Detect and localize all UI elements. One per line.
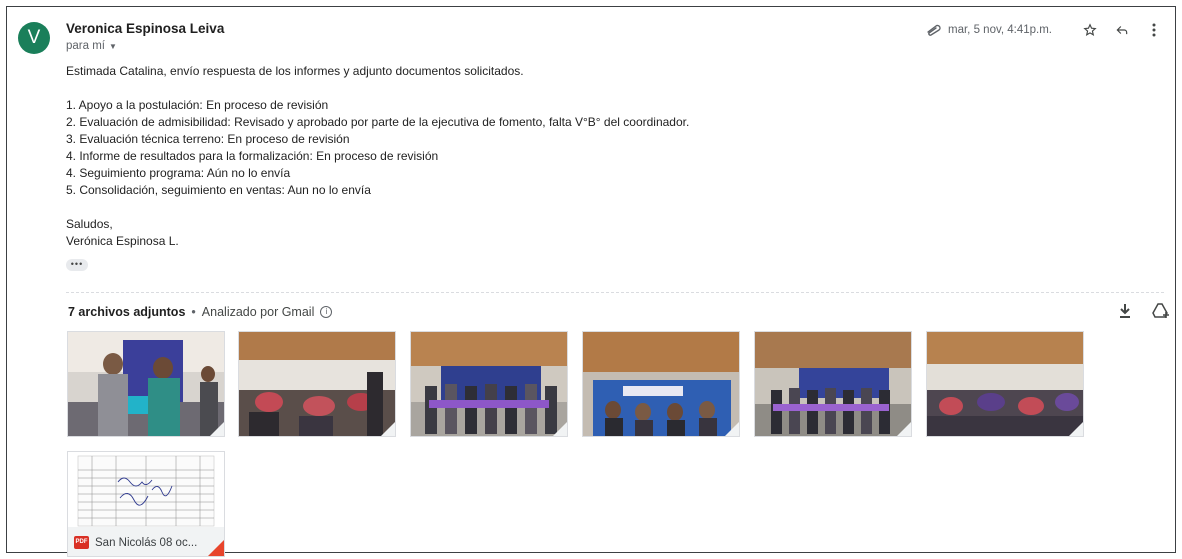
scan-label: Analizado por Gmail (201, 305, 315, 319)
photo-thumbnail (927, 332, 1083, 436)
pdf-icon: PDF (74, 536, 89, 549)
photo-attachment[interactable] (754, 331, 912, 437)
photo-thumbnail (68, 332, 224, 436)
attachments-count: 7 archivos adjuntos (68, 305, 186, 319)
photo-attachment[interactable] (582, 331, 740, 437)
pdf-corner-fold (208, 540, 224, 556)
sender-name[interactable]: Veronica Espinosa Leiva (66, 21, 224, 36)
show-trimmed-content-button[interactable]: ••• (66, 259, 88, 271)
greeting-line: Estimada Catalina, envío respuesta de lo… (66, 64, 524, 78)
photo-attachment[interactable] (926, 331, 1084, 437)
more-options-button[interactable] (1142, 20, 1166, 40)
status-line: 3. Evaluación técnica terreno: En proces… (66, 132, 350, 146)
attachments-actions (1114, 300, 1172, 322)
add-to-drive-icon (1152, 303, 1169, 318)
photo-thumbnail (411, 332, 567, 436)
signature-line: Verónica Espinosa L. (66, 234, 179, 248)
photo-attachment[interactable] (410, 331, 568, 437)
status-line: 1. Apoyo a la postulación: En proceso de… (66, 98, 329, 112)
recipient-toggle[interactable]: para mí ▼ (66, 40, 117, 52)
pdf-preview (68, 452, 224, 527)
more-vert-icon (1152, 23, 1156, 37)
download-all-button[interactable] (1114, 300, 1136, 322)
recipient-label: para mí (66, 40, 105, 52)
chevron-down-icon: ▼ (109, 41, 117, 51)
photo-attachment[interactable] (67, 331, 225, 437)
photo-thumbnail (755, 332, 911, 436)
attachments-header: 7 archivos adjuntos • Analizado por Gmai… (68, 305, 333, 319)
closing-line: Saludos, (66, 217, 113, 231)
download-icon (1120, 304, 1130, 318)
pdf-filename: San Nicolás 08 oc... (95, 536, 198, 549)
status-line: 2. Evaluación de admisibilidad: Revisado… (66, 115, 690, 129)
status-line: 5. Consolidación, seguimiento en ventas:… (66, 183, 371, 197)
pdf-attachment[interactable]: PDF San Nicolás 08 oc... (67, 451, 225, 557)
status-line: 4. Seguimiento programa: Aún no lo envía (66, 166, 291, 180)
info-icon[interactable]: i (320, 306, 333, 318)
message-date: mar, 5 nov, 4:41p.m. (948, 24, 1052, 36)
reply-icon (1116, 26, 1128, 35)
photo-thumbnail (239, 332, 395, 436)
star-icon (1083, 23, 1097, 36)
pdf-label: PDF San Nicolás 08 oc... (74, 536, 197, 549)
photo-thumbnail (583, 332, 739, 436)
star-button[interactable] (1078, 20, 1102, 40)
document-preview-icon (77, 455, 215, 527)
paperclip-icon (927, 24, 941, 36)
message-meta: mar, 5 nov, 4:41p.m. (924, 20, 1166, 40)
status-line: 4. Informe de resultados para la formali… (66, 149, 439, 163)
header-separator: • (191, 305, 196, 319)
reply-button[interactable] (1110, 20, 1134, 40)
attachments-divider (66, 292, 1164, 293)
message-body: Estimada Catalina, envío respuesta de lo… (66, 63, 689, 250)
photo-attachment[interactable] (238, 331, 396, 437)
sender-avatar[interactable]: V (18, 22, 50, 54)
add-to-drive-button[interactable] (1150, 300, 1172, 322)
